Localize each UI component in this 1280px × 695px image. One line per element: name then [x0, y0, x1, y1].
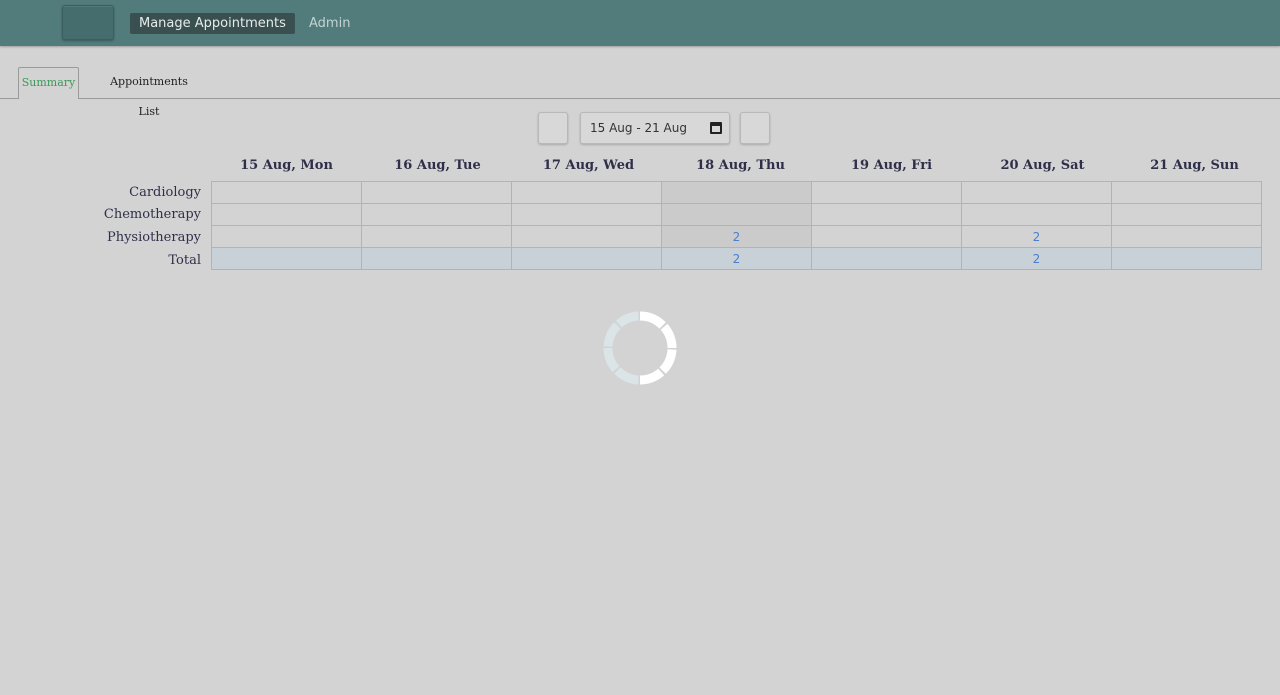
date-range-value: 15 Aug - 21 Aug: [590, 121, 687, 135]
row-label-chemotherapy: Chemotherapy: [103, 207, 201, 222]
grid-cell[interactable]: 2: [661, 225, 812, 248]
summary-grid: 2 2 2 2: [211, 181, 1262, 270]
loading-spinner-icon: [603, 311, 677, 385]
row-label-physiotherapy: Physiotherapy: [106, 230, 201, 245]
table-row: 2 2: [211, 225, 1262, 248]
grid-cell[interactable]: [211, 225, 362, 248]
tab-appointments-list[interactable]: Appointments List: [104, 67, 194, 118]
column-header: 19 Aug, Fri: [850, 158, 933, 173]
column-header: 16 Aug, Tue: [394, 158, 481, 173]
grid-cell[interactable]: [361, 225, 512, 248]
tab-summary[interactable]: Summary: [18, 67, 79, 99]
grid-cell[interactable]: [511, 203, 662, 226]
grid-cell[interactable]: [961, 203, 1112, 226]
row-label-total: Total: [168, 253, 201, 268]
next-week-button[interactable]: [740, 112, 770, 144]
column-header: 21 Aug, Sun: [1150, 158, 1239, 173]
date-range-input[interactable]: 15 Aug - 21 Aug: [580, 112, 730, 144]
grid-cell[interactable]: [361, 203, 512, 226]
column-header: 18 Aug, Thu: [696, 158, 785, 173]
total-cell[interactable]: [511, 247, 662, 270]
nav-admin[interactable]: Admin: [309, 13, 350, 34]
table-row: [211, 203, 1262, 226]
calendar-icon[interactable]: [710, 122, 722, 134]
top-navbar: Manage Appointments Admin: [0, 0, 1280, 46]
grid-cell[interactable]: [211, 181, 362, 204]
grid-cell[interactable]: [511, 225, 662, 248]
grid-cell[interactable]: [1111, 225, 1262, 248]
total-row: 2 2: [211, 247, 1262, 270]
grid-cell[interactable]: [961, 181, 1112, 204]
nav-manage-appointments[interactable]: Manage Appointments: [130, 13, 295, 34]
grid-cell[interactable]: [1111, 181, 1262, 204]
row-label-cardiology: Cardiology: [129, 185, 201, 200]
total-cell[interactable]: 2: [661, 247, 812, 270]
total-cell[interactable]: [811, 247, 962, 270]
grid-cell[interactable]: [811, 225, 962, 248]
grid-cell[interactable]: [811, 181, 962, 204]
grid-cell[interactable]: [661, 181, 812, 204]
grid-cell[interactable]: 2: [961, 225, 1112, 248]
column-header: 15 Aug, Mon: [240, 158, 333, 173]
grid-cell[interactable]: [811, 203, 962, 226]
grid-cell[interactable]: [361, 181, 512, 204]
menu-icon[interactable]: [62, 5, 114, 40]
column-header: 17 Aug, Wed: [542, 158, 635, 173]
previous-week-button[interactable]: [538, 112, 568, 144]
total-cell[interactable]: 2: [961, 247, 1112, 270]
column-header: 20 Aug, Sat: [1000, 158, 1085, 173]
total-cell[interactable]: [211, 247, 362, 270]
grid-cell[interactable]: [511, 181, 662, 204]
total-cell[interactable]: [361, 247, 512, 270]
grid-cell[interactable]: [1111, 203, 1262, 226]
grid-cell[interactable]: [211, 203, 362, 226]
tabs-divider: [0, 98, 1280, 99]
total-cell[interactable]: [1111, 247, 1262, 270]
table-row: [211, 181, 1262, 204]
grid-cell[interactable]: [661, 203, 812, 226]
